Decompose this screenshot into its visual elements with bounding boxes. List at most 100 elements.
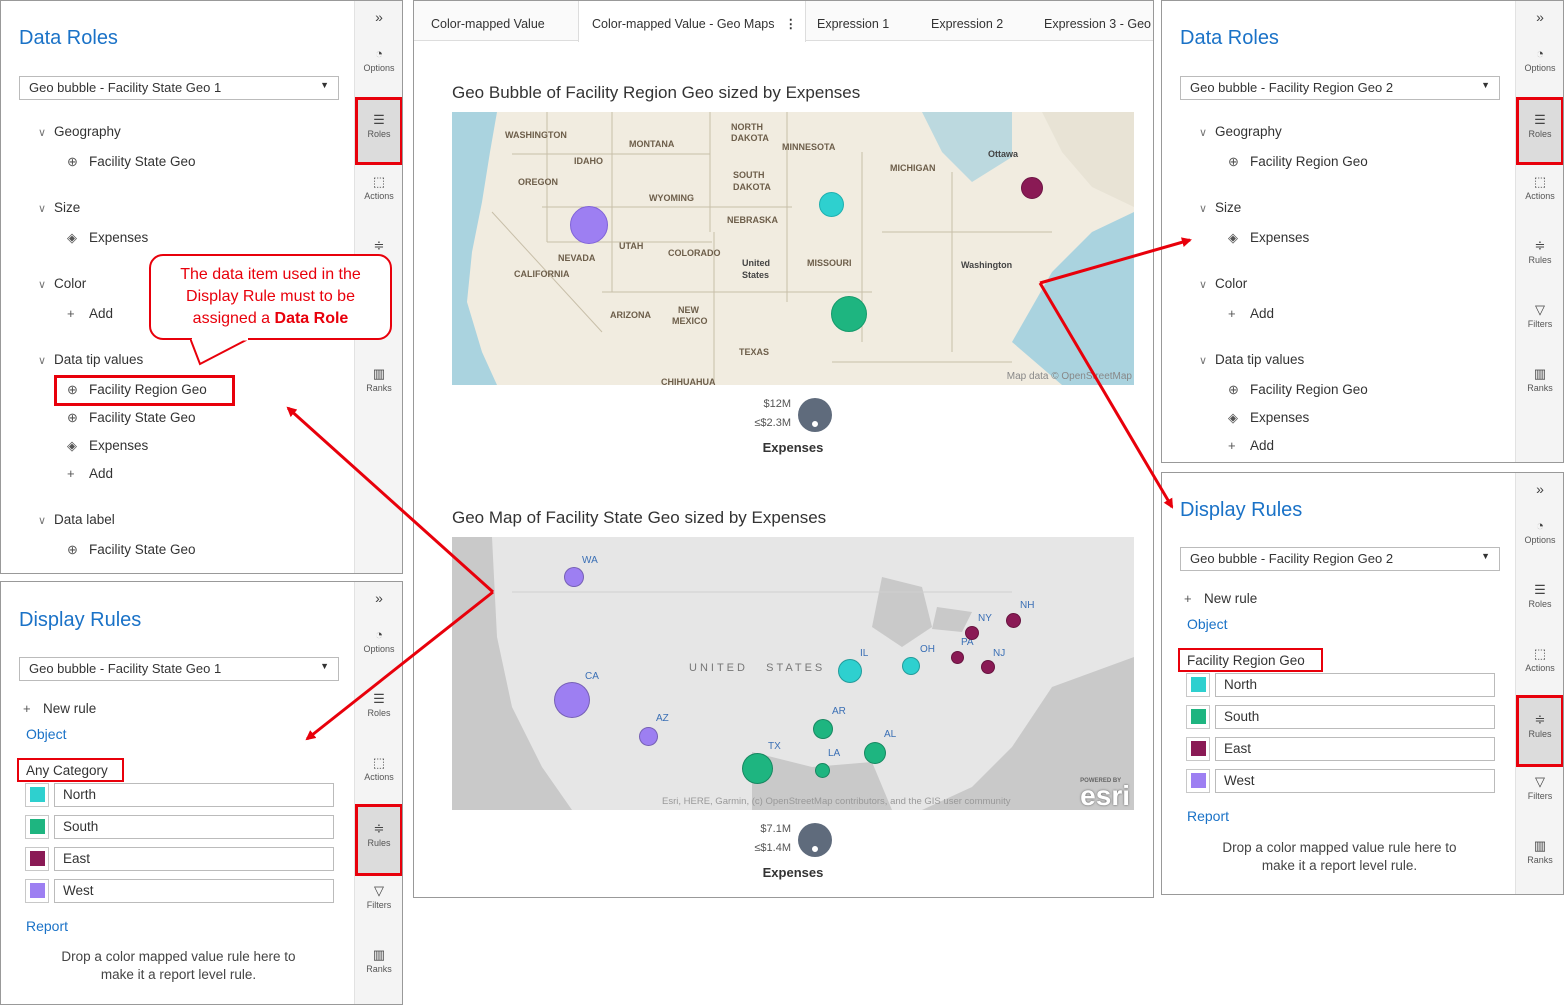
add-color-button[interactable]: + Add xyxy=(1228,306,1274,321)
map1-place-label: MINNESOTA xyxy=(782,142,836,152)
rail-actions[interactable]: ⬚ Actions xyxy=(355,173,402,217)
add-color-button[interactable]: + Add xyxy=(67,306,113,321)
rail-filters[interactable]: ▽ Filters xyxy=(1516,773,1563,817)
more-icon[interactable]: ⋮ xyxy=(785,16,798,31)
role-section-color[interactable]: ∨ Color xyxy=(38,276,86,291)
role-section-datalabel[interactable]: ∨ Data label xyxy=(38,512,115,527)
role-section-datatip[interactable]: ∨ Data tip values xyxy=(1199,352,1304,367)
role-item[interactable]: ⊕ Facility Region Geo xyxy=(1228,154,1368,170)
rule-value-field[interactable]: South xyxy=(1215,705,1495,729)
rail-roles[interactable]: ☰ Roles xyxy=(355,690,402,734)
tab-color-mapped-value[interactable]: Color-mapped Value xyxy=(431,1,545,41)
state-bubble[interactable] xyxy=(638,726,658,746)
role-item[interactable]: ⊕ Facility State Geo xyxy=(67,154,196,170)
globe-icon: ⊕ xyxy=(67,410,78,425)
rail-rules[interactable]: ≑ Rules xyxy=(355,804,402,876)
rail-ranks[interactable]: ▥ Ranks xyxy=(355,365,402,409)
rail-roles[interactable]: ☰ Roles xyxy=(1516,581,1563,625)
add-datatip-button[interactable]: + Add xyxy=(1228,438,1274,453)
geo-state-map[interactable]: UNITED STATES WA CA AZ TX LA AR AL IL OH PA NY NJ NH… xyxy=(452,537,1134,810)
map1-bubble-west[interactable] xyxy=(570,206,608,244)
tab-expression-3[interactable]: Expression 3 - Geo I xyxy=(1044,1,1153,41)
role-item[interactable]: ◈ Expenses xyxy=(1228,410,1309,426)
collapse-icon[interactable]: » xyxy=(355,590,402,606)
state-bubble[interactable] xyxy=(813,719,833,739)
rail-options[interactable]: ◔ Options xyxy=(355,45,402,89)
role-item[interactable]: ⊕ Facility Region Geo xyxy=(1228,382,1368,398)
geo-bubble-map[interactable]: WASHINGTON MONTANA NORTH DAKOTA MINNESOTA IDA… xyxy=(452,112,1134,385)
state-bubble[interactable] xyxy=(554,682,590,718)
state-bubble[interactable] xyxy=(965,626,979,640)
collapse-icon[interactable]: » xyxy=(1516,481,1563,497)
rail-options[interactable]: ◔ Options xyxy=(1516,517,1563,561)
rail-ranks[interactable]: ▥ Ranks xyxy=(1516,365,1563,409)
rail-actions[interactable]: ⬚ Actions xyxy=(1516,173,1563,217)
map1-bubble-north[interactable] xyxy=(819,192,844,217)
map1-bubble-south[interactable] xyxy=(831,296,867,332)
role-item[interactable]: ◈ Expenses xyxy=(1228,230,1309,246)
rule-value-field[interactable]: South xyxy=(54,815,334,839)
map1-bubble-east[interactable] xyxy=(1021,177,1043,199)
new-rule-button[interactable]: + New rule xyxy=(23,701,96,716)
rule-value-field[interactable]: East xyxy=(1215,737,1495,761)
new-rule-button[interactable]: + New rule xyxy=(1184,591,1257,606)
role-item[interactable]: ⊕ Facility State Geo xyxy=(67,542,196,558)
role-section-size[interactable]: ∨ Size xyxy=(1199,200,1241,215)
rule-color-chip[interactable] xyxy=(25,847,49,871)
role-section-geography[interactable]: ∨ Geography xyxy=(1199,124,1282,139)
rail-roles[interactable]: ☰ Roles xyxy=(355,97,402,165)
tab-color-mapped-geo-maps[interactable]: Color-mapped Value - Geo Maps ⋮ xyxy=(578,1,806,42)
rule-color-chip[interactable] xyxy=(25,815,49,839)
state-bubble[interactable] xyxy=(1005,612,1021,628)
rail-filters[interactable]: ▽ Filters xyxy=(1516,301,1563,345)
object-selector[interactable]: Geo bubble - Facility Region Geo 2 ▼ xyxy=(1180,76,1500,100)
rule-value-field[interactable]: North xyxy=(1215,673,1495,697)
rule-value-field[interactable]: East xyxy=(54,847,334,871)
state-bubble[interactable] xyxy=(950,650,964,664)
rail-actions[interactable]: ⬚ Actions xyxy=(1516,645,1563,689)
tab-expression-2[interactable]: Expression 2 xyxy=(931,1,1003,41)
role-section-geography[interactable]: ∨ Geography xyxy=(38,124,121,139)
collapse-icon[interactable]: » xyxy=(355,9,402,25)
state-bubble[interactable] xyxy=(981,660,995,674)
rail-filters[interactable]: ▽ Filters xyxy=(355,882,402,926)
object-selector[interactable]: Geo bubble - Facility State Geo 1 ▼ xyxy=(19,76,339,100)
rail-options[interactable]: ◔ Options xyxy=(355,626,402,670)
role-item[interactable]: ◈ Expenses xyxy=(67,438,148,454)
state-bubble[interactable] xyxy=(864,742,886,764)
rail-ranks[interactable]: ▥ Ranks xyxy=(355,946,402,990)
state-bubble[interactable] xyxy=(564,567,584,587)
tab-expression-1[interactable]: Expression 1 xyxy=(817,1,889,41)
add-datatip-button[interactable]: + Add xyxy=(67,466,113,481)
collapse-icon[interactable]: » xyxy=(1516,9,1563,25)
section-label: Data tip values xyxy=(54,352,144,367)
state-bubble[interactable] xyxy=(902,657,920,675)
state-bubble[interactable] xyxy=(814,762,830,778)
chevron-down-icon: ∨ xyxy=(38,203,47,215)
role-section-color[interactable]: ∨ Color xyxy=(1199,276,1247,291)
rail-options[interactable]: ◔ Options xyxy=(1516,45,1563,89)
rail-ranks[interactable]: ▥ Ranks xyxy=(1516,837,1563,881)
role-section-datatip[interactable]: ∨ Data tip values xyxy=(38,352,143,367)
rule-value-field[interactable]: West xyxy=(54,879,334,903)
rule-color-chip[interactable] xyxy=(1186,673,1210,697)
rule-value-field[interactable]: West xyxy=(1215,769,1495,793)
rule-color-chip[interactable] xyxy=(25,879,49,903)
role-section-size[interactable]: ∨ Size xyxy=(38,200,80,215)
object-selector[interactable]: Geo bubble - Facility State Geo 1 ▼ xyxy=(19,657,339,681)
rule-color-chip[interactable] xyxy=(1186,737,1210,761)
rail-roles[interactable]: ☰ Roles xyxy=(1516,97,1563,165)
state-bubble[interactable] xyxy=(838,659,862,683)
rail-rules[interactable]: ≑ Rules xyxy=(1516,237,1563,281)
rule-value-field[interactable]: North xyxy=(54,783,334,807)
rail-actions[interactable]: ⬚ Actions xyxy=(355,754,402,798)
rail-rules[interactable]: ≑ Rules xyxy=(1516,695,1563,767)
role-item[interactable]: ⊕ Facility State Geo xyxy=(67,410,196,426)
rule-color-chip[interactable] xyxy=(25,783,49,807)
object-selector[interactable]: Geo bubble - Facility Region Geo 2 ▼ xyxy=(1180,547,1500,571)
rule-color-chip[interactable] xyxy=(1186,705,1210,729)
map1-place-label: CHIHUAHUA xyxy=(661,377,716,385)
state-bubble[interactable] xyxy=(741,752,773,784)
rule-color-chip[interactable] xyxy=(1186,769,1210,793)
role-item[interactable]: ◈ Expenses xyxy=(67,230,148,246)
